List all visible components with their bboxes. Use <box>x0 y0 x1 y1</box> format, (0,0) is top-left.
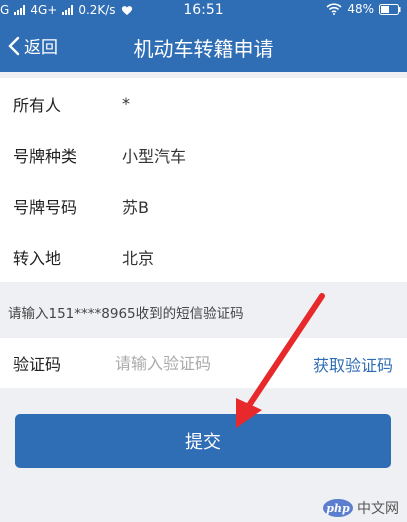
plate-number-value: 苏B <box>122 197 149 217</box>
verification-code-input[interactable] <box>115 348 280 378</box>
status-right: 48% <box>326 2 401 16</box>
destination-label: 转入地 <box>13 248 62 268</box>
get-code-button[interactable]: 获取验证码 <box>313 352 393 376</box>
info-row-destination: 转入地 北京 <box>0 231 407 282</box>
verification-label: 验证码 <box>13 355 62 374</box>
plate-number-label: 号牌号码 <box>13 197 78 217</box>
status-bar: G 4G+ 0.2K/s 16:51 48% <box>0 0 407 20</box>
plate-type-label: 号牌种类 <box>13 146 78 166</box>
owner-label: 所有人 <box>13 95 62 115</box>
nav-bar: 返回 机动车转籍申请 <box>0 20 407 72</box>
verification-row: 验证码 获取验证码 <box>0 338 407 388</box>
owner-value: * <box>122 94 130 113</box>
wifi-icon <box>326 3 342 15</box>
info-row-plate-type: 号牌种类 小型汽车 <box>0 129 407 180</box>
sms-instruction: 请输入151****8965收到的短信验证码 <box>8 306 244 322</box>
vehicle-info-list: 所有人 * 号牌种类 小型汽车 号牌号码 苏B 转入地 北京 <box>0 78 407 282</box>
battery-icon <box>379 3 401 15</box>
watermark: php 中文网 <box>323 498 399 518</box>
plate-type-value: 小型汽车 <box>122 146 187 166</box>
watermark-text: 中文网 <box>357 501 399 517</box>
page-title: 机动车转籍申请 <box>133 37 274 61</box>
submit-button[interactable]: 提交 <box>15 414 391 468</box>
battery-percent: 48% <box>347 2 374 16</box>
destination-value: 北京 <box>122 248 155 268</box>
php-logo-icon: php <box>323 499 353 517</box>
info-row-plate-number: 号牌号码 苏B <box>0 180 407 231</box>
info-row-owner: 所有人 * <box>0 78 407 129</box>
